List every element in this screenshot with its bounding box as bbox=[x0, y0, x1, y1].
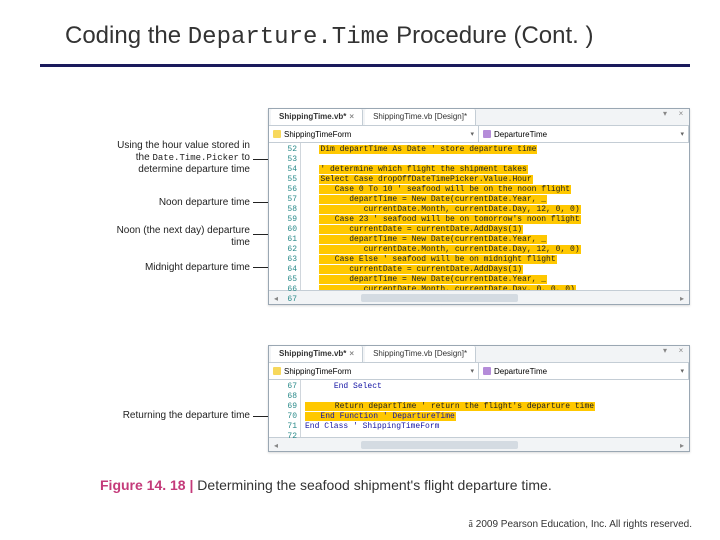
figure-number: Figure 14. 18 bbox=[100, 477, 186, 493]
code-area: 67 68 69 70 71 72 End Select Return depa… bbox=[269, 380, 689, 437]
scroll-track[interactable] bbox=[283, 294, 675, 302]
tab-shippingtime-design[interactable]: ShippingTime.vb [Design]* bbox=[365, 109, 476, 125]
scroll-right-icon[interactable]: ▸ bbox=[675, 294, 689, 303]
line-gutter: 52 53 54 55 56 57 58 59 60 61 62 63 64 6… bbox=[269, 143, 301, 290]
tab-label: ShippingTime.vb [Design]* bbox=[373, 112, 467, 121]
chevron-down-icon: ▾ bbox=[470, 367, 474, 375]
label-text: to bbox=[239, 152, 250, 163]
close-panel-icon[interactable]: × bbox=[673, 109, 689, 125]
dropdown-label: ShippingTimeForm bbox=[284, 367, 351, 376]
label-text: Midnight departure time bbox=[145, 262, 250, 273]
line-gutter: 67 68 69 70 71 72 bbox=[269, 380, 301, 437]
class-icon bbox=[273, 367, 281, 375]
horizontal-scrollbar[interactable]: ◂ ▸ bbox=[269, 437, 689, 452]
label-text: Noon departure time bbox=[159, 197, 250, 208]
tab-shippingtime-vb[interactable]: ShippingTime.vb*× bbox=[271, 109, 363, 125]
dropdown-bar: ShippingTimeForm ▾ DepartureTime ▾ bbox=[269, 363, 689, 380]
close-icon[interactable]: × bbox=[349, 112, 354, 121]
copyright: ã 2009 Pearson Education, Inc. All right… bbox=[469, 519, 692, 530]
title-pre: Coding the bbox=[65, 22, 188, 49]
title-post: Procedure (Cont. ) bbox=[389, 22, 593, 49]
slide-title: Coding the Departure.Time Procedure (Con… bbox=[65, 22, 690, 51]
method-icon bbox=[483, 367, 491, 375]
code-window-2: ShippingTime.vb*× ShippingTime.vb [Desig… bbox=[268, 345, 690, 452]
method-dropdown[interactable]: DepartureTime ▾ bbox=[479, 363, 689, 379]
scroll-left-icon[interactable]: ◂ bbox=[269, 294, 283, 303]
code-text[interactable]: Dim departTime As Date ' store departure… bbox=[301, 143, 689, 290]
label-noon: Noon departure time bbox=[90, 197, 250, 209]
label-text: determine departure time bbox=[138, 164, 250, 175]
tab-label: ShippingTime.vb* bbox=[279, 112, 346, 121]
label-midnight: Midnight departure time bbox=[90, 262, 250, 274]
chevron-down-icon: ▾ bbox=[470, 130, 474, 138]
label-text: Returning the departure time bbox=[123, 410, 250, 421]
label-hour-value: Using the hour value stored in the Date.… bbox=[90, 140, 250, 176]
label-mono: Date.Time.Picker bbox=[152, 153, 238, 163]
method-icon bbox=[483, 130, 491, 138]
scroll-left-icon[interactable]: ◂ bbox=[269, 441, 283, 450]
horizontal-scrollbar[interactable]: ◂ ▸ bbox=[269, 290, 689, 305]
code-text[interactable]: End Select Return departTime ' return th… bbox=[301, 380, 689, 437]
copyright-text: 2009 Pearson Education, Inc. All rights … bbox=[473, 519, 692, 530]
label-noon-next-day: Noon (the next day) departure time bbox=[90, 225, 250, 249]
dropdown-label: DepartureTime bbox=[494, 367, 547, 376]
title-mono: Departure.Time bbox=[188, 24, 390, 51]
dropdown-icon[interactable]: ▾ bbox=[657, 109, 673, 125]
scroll-thumb[interactable] bbox=[361, 441, 518, 449]
dropdown-icon[interactable]: ▾ bbox=[657, 346, 673, 362]
tab-label: ShippingTime.vb [Design]* bbox=[373, 349, 467, 358]
scroll-right-icon[interactable]: ▸ bbox=[675, 441, 689, 450]
tab-label: ShippingTime.vb* bbox=[279, 349, 346, 358]
tab-shippingtime-vb[interactable]: ShippingTime.vb*× bbox=[271, 346, 363, 362]
chevron-down-icon: ▾ bbox=[680, 367, 684, 375]
scroll-thumb[interactable] bbox=[361, 294, 518, 302]
scroll-track[interactable] bbox=[283, 441, 675, 449]
class-dropdown[interactable]: ShippingTimeForm ▾ bbox=[269, 363, 479, 379]
method-dropdown[interactable]: DepartureTime ▾ bbox=[479, 126, 689, 142]
dropdown-bar: ShippingTimeForm ▾ DepartureTime ▾ bbox=[269, 126, 689, 143]
label-return: Returning the departure time bbox=[90, 410, 250, 422]
label-text: Noon (the next day) departure bbox=[117, 225, 250, 236]
horizontal-rule bbox=[40, 64, 690, 67]
tab-bar: ShippingTime.vb*× ShippingTime.vb [Desig… bbox=[269, 109, 689, 126]
figure-bar: | bbox=[186, 477, 198, 493]
label-text: Using the hour value stored in bbox=[117, 140, 250, 151]
class-icon bbox=[273, 130, 281, 138]
tab-bar: ShippingTime.vb*× ShippingTime.vb [Desig… bbox=[269, 346, 689, 363]
code-area: 52 53 54 55 56 57 58 59 60 61 62 63 64 6… bbox=[269, 143, 689, 290]
figure-text: Determining the seafood shipment's fligh… bbox=[197, 477, 551, 493]
close-icon[interactable]: × bbox=[349, 349, 354, 358]
close-panel-icon[interactable]: × bbox=[673, 346, 689, 362]
dropdown-label: DepartureTime bbox=[494, 130, 547, 139]
class-dropdown[interactable]: ShippingTimeForm ▾ bbox=[269, 126, 479, 142]
figure-caption: Figure 14. 18 | Determining the seafood … bbox=[100, 477, 552, 493]
label-text: the bbox=[136, 152, 153, 163]
code-window-1: ShippingTime.vb*× ShippingTime.vb [Desig… bbox=[268, 108, 690, 305]
chevron-down-icon: ▾ bbox=[680, 130, 684, 138]
tab-shippingtime-design[interactable]: ShippingTime.vb [Design]* bbox=[365, 346, 476, 362]
dropdown-label: ShippingTimeForm bbox=[284, 130, 351, 139]
label-text: time bbox=[231, 237, 250, 248]
